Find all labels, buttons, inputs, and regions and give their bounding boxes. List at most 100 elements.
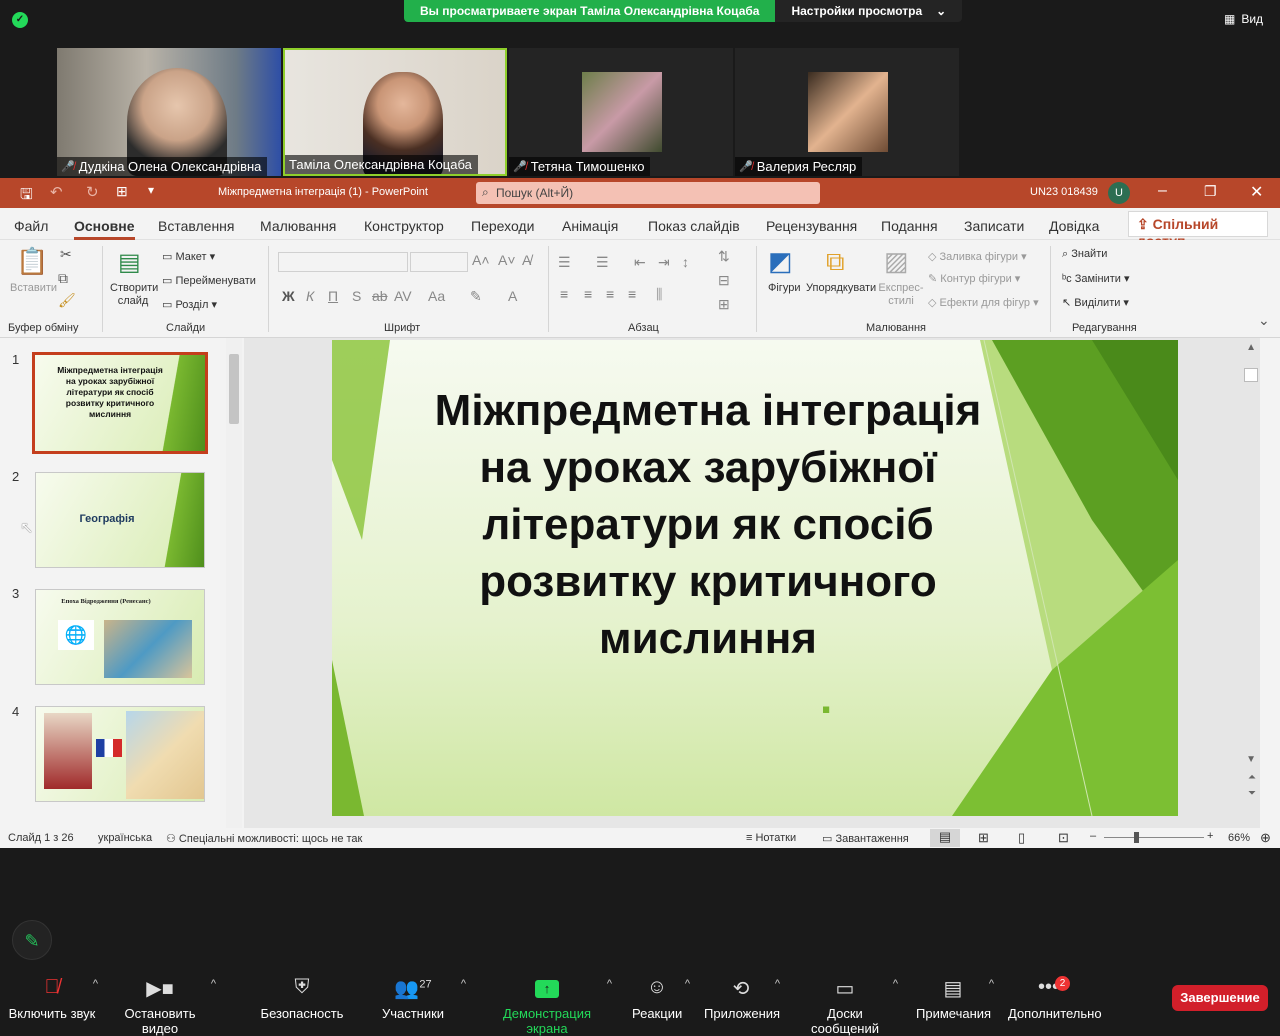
share-button[interactable]: ⇪ Спільний доступ bbox=[1128, 211, 1268, 249]
find-button[interactable]: ⌕ Знайти bbox=[1062, 248, 1107, 261]
participant-tile[interactable]: 🎤̸ Тетяна Тимошенко bbox=[509, 48, 733, 176]
slide-title[interactable]: Міжпредметна інтеграція на уроках зарубі… bbox=[432, 382, 984, 667]
tab-home[interactable]: Основне bbox=[74, 218, 135, 240]
font-size-select[interactable] bbox=[410, 252, 468, 272]
copy-icon[interactable]: ⧉ bbox=[58, 270, 68, 287]
layout-button[interactable]: ▭ Макет ▾ bbox=[162, 250, 215, 263]
scroll-down-icon[interactable]: ▼ bbox=[1246, 754, 1256, 765]
tab-animations[interactable]: Анімація bbox=[562, 218, 618, 234]
slide-thumbnail-4[interactable] bbox=[35, 706, 205, 802]
annotate-pencil-icon[interactable]: ✎ bbox=[12, 920, 52, 960]
security-button[interactable]: ⛨ Безопасность bbox=[260, 976, 344, 1021]
tab-draw[interactable]: Малювання bbox=[260, 218, 336, 234]
new-slide-label[interactable]: Створити слайд bbox=[110, 282, 158, 308]
participant-tile[interactable]: 🎤̸ Дудкіна Олена Олександрівна bbox=[57, 48, 281, 176]
decrease-font-icon[interactable]: A˅ bbox=[498, 252, 516, 268]
accessibility-status[interactable]: ⚇ Спеціальні можливості: щось не так bbox=[166, 832, 362, 845]
notes-button[interactable]: ▤ Примечания ^ bbox=[916, 976, 994, 1021]
tab-file[interactable]: Файл bbox=[14, 218, 48, 234]
bullets-icon[interactable]: ☰ bbox=[558, 254, 571, 271]
tab-help[interactable]: Довідка bbox=[1049, 218, 1099, 234]
chevron-up-icon[interactable]: ^ bbox=[685, 978, 690, 990]
apps-button[interactable]: ⟲ Приложения ^ bbox=[704, 976, 780, 1021]
chevron-up-icon[interactable]: ^ bbox=[607, 978, 612, 990]
replace-button[interactable]: ᵇc Замінити ▾ bbox=[1062, 272, 1129, 285]
align-center-icon[interactable]: ≡ bbox=[584, 286, 592, 302]
cut-icon[interactable]: ✂ bbox=[60, 246, 72, 263]
fit-slide-icon[interactable]: ⊕ bbox=[1260, 830, 1271, 846]
tab-slideshow[interactable]: Показ слайдів bbox=[648, 218, 740, 234]
notes-button[interactable]: ≡ Нотатки bbox=[746, 832, 796, 844]
next-slide-icon[interactable]: ⏷ bbox=[1248, 788, 1256, 799]
underline-icon[interactable]: П bbox=[328, 288, 338, 304]
stop-video-button[interactable]: ▶■ Остановить видео ^ bbox=[108, 976, 216, 1036]
numbering-icon[interactable]: ☰ bbox=[596, 254, 609, 271]
download-button[interactable]: ▭ Завантаження bbox=[822, 832, 909, 845]
quick-styles-icon[interactable]: ▨ bbox=[884, 246, 909, 277]
thumbnails-scrollbar[interactable] bbox=[226, 338, 242, 832]
select-button[interactable]: ↖ Виділити ▾ bbox=[1062, 296, 1129, 309]
strikethrough-icon[interactable]: ab bbox=[372, 288, 388, 304]
zoom-in-icon[interactable]: + bbox=[1207, 830, 1213, 842]
current-slide[interactable]: Міжпредметна інтеграція на уроках зарубі… bbox=[332, 340, 1178, 816]
view-button[interactable]: ▦ Вид bbox=[1224, 12, 1263, 26]
paste-label[interactable]: Вставити bbox=[10, 282, 57, 294]
increase-indent-icon[interactable]: ⇥ bbox=[658, 254, 670, 271]
font-color-icon[interactable]: A bbox=[508, 288, 517, 304]
previous-slide-icon[interactable]: ⏶ bbox=[1248, 772, 1256, 783]
columns-icon[interactable]: ⫼ bbox=[656, 286, 662, 303]
format-painter-icon[interactable]: 🖌 bbox=[58, 292, 76, 309]
new-slide-icon[interactable]: ▤ bbox=[118, 248, 141, 277]
tab-design[interactable]: Конструктор bbox=[364, 218, 444, 234]
shape-effects-button[interactable]: ◇ Ефекти для фігур ▾ bbox=[928, 296, 1039, 309]
tab-insert[interactable]: Вставлення bbox=[158, 218, 235, 234]
tab-review[interactable]: Рецензування bbox=[766, 218, 857, 234]
font-family-select[interactable] bbox=[278, 252, 408, 272]
arrange-label[interactable]: Упорядкувати bbox=[806, 282, 876, 294]
search-input[interactable]: ⌕ Пошук (Alt+Й) bbox=[476, 182, 820, 204]
chevron-up-icon[interactable]: ^ bbox=[775, 978, 780, 990]
decrease-indent-icon[interactable]: ⇤ bbox=[634, 254, 646, 271]
undo-icon[interactable]: ↶ bbox=[50, 183, 63, 201]
slide-thumbnail-2[interactable]: Географія bbox=[35, 472, 205, 568]
zoom-slider-thumb[interactable] bbox=[1134, 832, 1139, 843]
more-button[interactable]: •••2 Дополнительно bbox=[1008, 976, 1102, 1021]
normal-view-icon[interactable]: ▤ bbox=[930, 829, 960, 847]
participant-tile[interactable]: 🎤̸ Валерия Ресляр bbox=[735, 48, 959, 176]
reading-view-icon[interactable]: ▯ bbox=[1018, 830, 1025, 846]
align-right-icon[interactable]: ≡ bbox=[606, 286, 614, 302]
shape-outline-button[interactable]: ✎ Контур фігури ▾ bbox=[928, 272, 1020, 285]
scrollbar-thumb[interactable] bbox=[1244, 368, 1258, 382]
char-spacing-icon[interactable]: AV bbox=[394, 288, 412, 304]
collapse-ribbon-icon[interactable]: ⌄ bbox=[1258, 312, 1270, 329]
slide-thumbnail-1[interactable]: Міжпредметна інтеграція на уроках зарубі… bbox=[32, 352, 208, 454]
tab-record[interactable]: Записати bbox=[964, 218, 1024, 234]
quick-styles-label[interactable]: Експрес-стилі bbox=[878, 282, 924, 308]
end-meeting-button[interactable]: Завершение bbox=[1172, 985, 1268, 1011]
account-avatar[interactable]: U bbox=[1108, 182, 1130, 204]
whiteboards-button[interactable]: ▭ Доски сообщений ^ bbox=[794, 976, 898, 1036]
chevron-up-icon[interactable]: ^ bbox=[461, 978, 466, 990]
view-options-button[interactable]: Настройки просмотра ⌄ bbox=[775, 0, 963, 22]
slide-sorter-icon[interactable]: ⊞ bbox=[978, 830, 989, 846]
scrollbar-thumb[interactable] bbox=[229, 354, 239, 424]
reactions-button[interactable]: ☺ Реакции ^ bbox=[632, 976, 690, 1021]
shapes-label[interactable]: Фігури bbox=[768, 282, 800, 294]
language-status[interactable]: українська bbox=[98, 832, 152, 844]
zoom-slider[interactable] bbox=[1104, 837, 1204, 838]
participant-tile-active[interactable]: Таміла Олександрівна Коцаба bbox=[283, 48, 507, 176]
restore-icon[interactable]: ❐ bbox=[1204, 183, 1217, 200]
minimize-icon[interactable]: – bbox=[1158, 182, 1167, 200]
slideshow-icon[interactable]: ⊡ bbox=[1058, 830, 1069, 846]
align-left-icon[interactable]: ≡ bbox=[560, 286, 568, 302]
slide-thumbnail-3[interactable]: Епоха Відродження (Ренесанс) 🌐 bbox=[35, 589, 205, 685]
participants-button[interactable]: 👥27 Участники ^ bbox=[380, 976, 466, 1021]
share-screen-button[interactable]: ↑ Демонстрация экрана ^ bbox=[484, 976, 612, 1036]
bold-icon[interactable]: Ж bbox=[282, 288, 295, 304]
shape-fill-button[interactable]: ◇ Заливка фігури ▾ bbox=[928, 250, 1027, 263]
text-direction-icon[interactable]: ⇅ bbox=[718, 248, 730, 265]
smartart-icon[interactable]: ⊞ bbox=[718, 296, 730, 313]
increase-font-icon[interactable]: A˄ bbox=[472, 252, 490, 268]
presentation-icon[interactable]: ⊞ bbox=[116, 183, 128, 200]
chevron-up-icon[interactable]: ^ bbox=[93, 978, 98, 990]
